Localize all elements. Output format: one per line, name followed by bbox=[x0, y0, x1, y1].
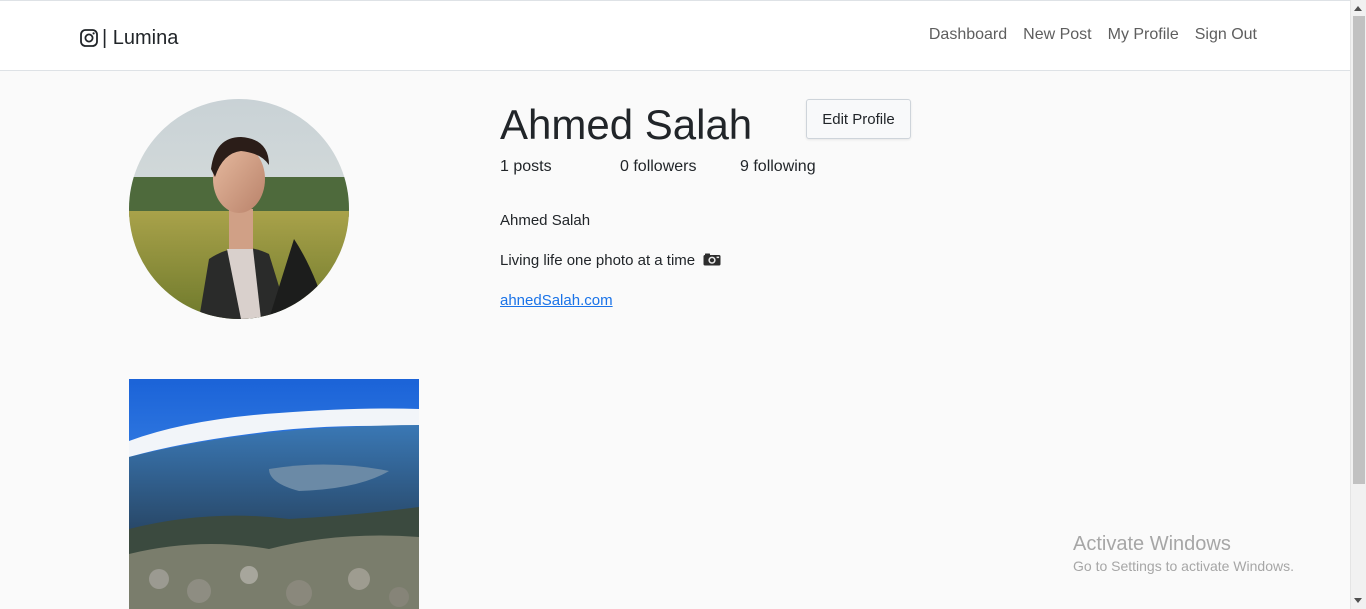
profile-photo bbox=[129, 99, 349, 319]
brand-name: | Lumina bbox=[102, 26, 179, 49]
profile-bio-text: Living life one photo at a time bbox=[500, 252, 696, 269]
following-count[interactable]: 9 following bbox=[740, 158, 816, 176]
posts-count: 1 posts bbox=[500, 158, 552, 175]
profile-full-name: Ahmed Salah bbox=[500, 212, 591, 229]
instagram-icon bbox=[80, 29, 98, 47]
nav-my-profile-link[interactable]: My Profile bbox=[1108, 26, 1179, 44]
edit-profile-button[interactable]: Edit Profile bbox=[806, 99, 911, 139]
vertical-scrollbar[interactable] bbox=[1350, 0, 1366, 609]
profile-bio: Living life one photo at a time bbox=[500, 252, 721, 269]
post-thumbnail[interactable] bbox=[129, 379, 419, 609]
top-navbar: | Lumina Dashboard New Post My Profile S… bbox=[0, 0, 1350, 71]
profile-avatar bbox=[129, 99, 349, 319]
profile-username: Ahmed Salah bbox=[500, 101, 753, 148]
nav-links: Dashboard New Post My Profile Sign Out bbox=[929, 26, 1257, 44]
followers-count[interactable]: 0 followers bbox=[620, 158, 696, 176]
profile-website-link[interactable]: ahnedSalah.com bbox=[500, 292, 613, 309]
camera-emoji bbox=[703, 253, 721, 266]
scroll-up-arrow-icon[interactable] bbox=[1354, 6, 1362, 11]
scroll-down-arrow-icon[interactable] bbox=[1354, 598, 1362, 603]
windows-activation-watermark: Activate Windows Go to Settings to activ… bbox=[1073, 532, 1294, 576]
nav-dashboard-link[interactable]: Dashboard bbox=[929, 26, 1007, 44]
scroll-thumb[interactable] bbox=[1353, 16, 1365, 484]
brand-link[interactable]: | Lumina bbox=[80, 25, 178, 51]
watermark-title: Activate Windows bbox=[1073, 533, 1231, 555]
landscape-photo bbox=[129, 379, 419, 609]
nav-new-post-link[interactable]: New Post bbox=[1023, 26, 1091, 44]
nav-sign-out-link[interactable]: Sign Out bbox=[1195, 26, 1257, 44]
watermark-subtitle: Go to Settings to activate Windows. bbox=[1073, 558, 1294, 574]
